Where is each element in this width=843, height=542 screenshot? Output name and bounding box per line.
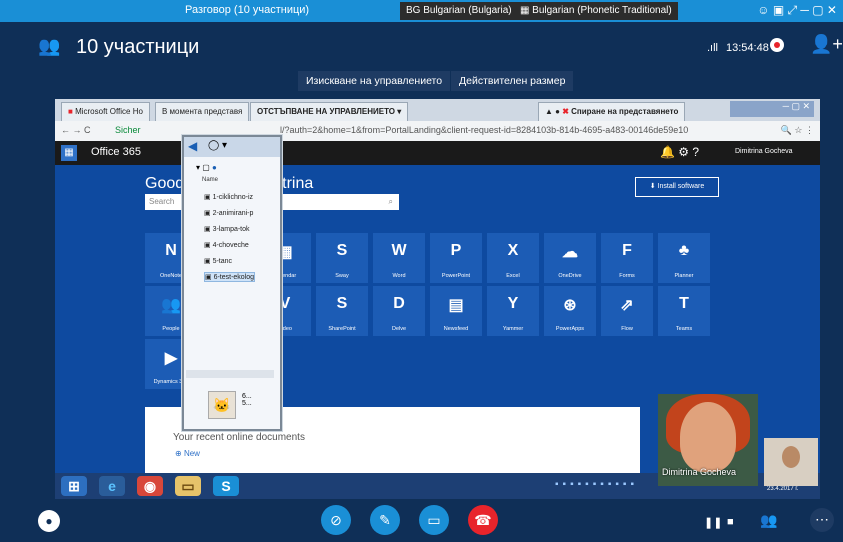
- window-title: Разговор (10 участници): [185, 4, 310, 16]
- file-item[interactable]: ▣ 2-animirani-p: [204, 209, 253, 217]
- browser-tab[interactable]: ▲ ● ✖ Спиране на представянето: [538, 102, 686, 121]
- install-software-button[interactable]: ⬇ Install software: [635, 177, 719, 197]
- file-item-selected[interactable]: ▣ 6-test-ekolog: [204, 272, 256, 282]
- pause-icon[interactable]: ❚❚: [704, 516, 722, 529]
- view-controls[interactable]: ▾ ▢ ●: [196, 163, 217, 172]
- app-launcher-icon[interactable]: ▦: [61, 145, 77, 161]
- app-tile[interactable]: X Excel: [487, 233, 539, 283]
- chrome-icon[interactable]: ◉: [137, 476, 163, 496]
- browser-tab[interactable]: В момента представя: [155, 102, 250, 121]
- participant-name: Dimitrina Gocheva: [662, 467, 737, 477]
- office-title: Office 365: [91, 146, 141, 158]
- search-icon: ⌕: [388, 197, 393, 206]
- forward-icon[interactable]: ◯ ▾: [208, 140, 227, 151]
- folder-icon[interactable]: ▭: [175, 476, 201, 496]
- ie-icon[interactable]: e: [99, 476, 125, 496]
- participants-count: 10 участници: [76, 36, 200, 58]
- app-tile[interactable]: D Delve: [373, 286, 425, 336]
- file-item[interactable]: ▣ 3-lampa-tok: [204, 225, 250, 233]
- secure-label: Sicher: [115, 125, 141, 135]
- back-icon[interactable]: ◀: [188, 139, 197, 153]
- video-toggle-button[interactable]: ⊘: [321, 505, 351, 535]
- nav-buttons[interactable]: ← → C: [61, 125, 91, 135]
- call-timer: 13:54:48: [726, 42, 769, 54]
- participants-icon[interactable]: 👥: [38, 36, 64, 58]
- keyboard-layout: Bulgarian (Phonetic Traditional): [532, 5, 672, 16]
- user-name[interactable]: Dimitrina Gocheva: [735, 148, 793, 155]
- browser-tab[interactable]: ОТСТЪПВАНЕ НА УПРАВЛЕНИЕТО ▾: [250, 102, 409, 121]
- browser-window-controls[interactable]: ─ ▢ ✕: [730, 101, 814, 117]
- file-window-toolbar[interactable]: ◀ ◯ ▾: [184, 137, 280, 157]
- file-preview-text: 6... 5...: [242, 393, 252, 407]
- participants-panel-icon[interactable]: 👥: [760, 512, 777, 529]
- settings-icons[interactable]: 🔔 ⚙ ?: [660, 145, 699, 159]
- app-tile[interactable]: F Forms: [601, 233, 653, 283]
- tray-date: 23.4.2017 г.: [767, 486, 799, 492]
- app-tile[interactable]: S Sway: [316, 233, 368, 283]
- start-icon[interactable]: ⊞: [61, 476, 87, 496]
- office-header: ▦ Office 365 🔔 ⚙ ? Dimitrina Gocheva: [55, 141, 820, 165]
- window-titlebar: Разговор (10 участници) BG Bulgarian (Bu…: [0, 0, 843, 22]
- browser-tab[interactable]: ■ Microsoft Office Ho: [61, 102, 150, 121]
- name-column-header[interactable]: Name: [202, 177, 218, 183]
- file-item[interactable]: ▣ 1-ciklichno-iz: [204, 193, 253, 201]
- layout-icon[interactable]: ■: [727, 516, 734, 528]
- app-tile[interactable]: Y Yammer: [487, 286, 539, 336]
- new-document-button[interactable]: ⊕ New: [175, 449, 200, 458]
- file-thumbnail: 🐱: [208, 391, 236, 419]
- app-tile[interactable]: ⇗ Flow: [601, 286, 653, 336]
- app-tile[interactable]: W Word: [373, 233, 425, 283]
- mic-toggle-button[interactable]: ✎: [370, 505, 400, 535]
- app-tile[interactable]: P PowerPoint: [430, 233, 482, 283]
- app-tile[interactable]: S SharePoint: [316, 286, 368, 336]
- window-controls[interactable]: ☺ ▣ ⤢ ─ ▢ ✕: [757, 3, 837, 18]
- share-screen-button[interactable]: ▭: [419, 505, 449, 535]
- more-options-button[interactable]: ⋯: [810, 508, 834, 532]
- app-tile[interactable]: ☁ OneDrive: [544, 233, 596, 283]
- add-person-icon[interactable]: 👤+: [810, 34, 843, 55]
- app-tile[interactable]: ▤ Newsfeed: [430, 286, 482, 336]
- app-tile[interactable]: ♣ Planner: [658, 233, 710, 283]
- language-indicator[interactable]: BG Bulgarian (Bulgaria) ▦ Bulgarian (Pho…: [400, 2, 678, 20]
- url-text: l/?auth=2&home=1&from=PortalLanding&clie…: [280, 125, 689, 135]
- hangup-button[interactable]: ☎: [468, 505, 498, 535]
- self-video[interactable]: [764, 438, 818, 486]
- actual-size-button[interactable]: Действителен размер: [451, 71, 574, 91]
- address-bar[interactable]: ← → C Sicher l/?auth=2&home=1&from=Porta…: [55, 121, 820, 142]
- recent-docs-title: Your recent online documents: [173, 432, 305, 443]
- signal-icon: .ıll: [707, 42, 718, 54]
- skype-icon[interactable]: S: [213, 476, 239, 496]
- tray-icons[interactable]: ▪▪▪▪▪▪▪▪▪▪▪: [555, 479, 638, 490]
- app-tile[interactable]: T Teams: [658, 286, 710, 336]
- chat-icon[interactable]: ●: [38, 510, 60, 532]
- language-code: BG Bulgarian (Bulgaria): [406, 5, 512, 16]
- request-control-button[interactable]: Изискване на управлението: [298, 71, 451, 91]
- file-item[interactable]: ▣ 5-tanc: [204, 257, 232, 265]
- app-tile[interactable]: ⊛ PowerApps: [544, 286, 596, 336]
- file-item[interactable]: ▣ 4-choveche: [204, 241, 249, 249]
- browser-tabbar: ■ Microsoft Office Ho В момента представ…: [55, 99, 820, 121]
- file-list-window: ◀ ◯ ▾ ▾ ▢ ● Name ▣ 1-ciklichno-iz ▣ 2-an…: [182, 135, 282, 431]
- record-icon[interactable]: [770, 38, 784, 52]
- bookmark-icon[interactable]: 🔍 ☆ ⋮: [781, 125, 814, 136]
- horizontal-scrollbar[interactable]: [186, 370, 274, 378]
